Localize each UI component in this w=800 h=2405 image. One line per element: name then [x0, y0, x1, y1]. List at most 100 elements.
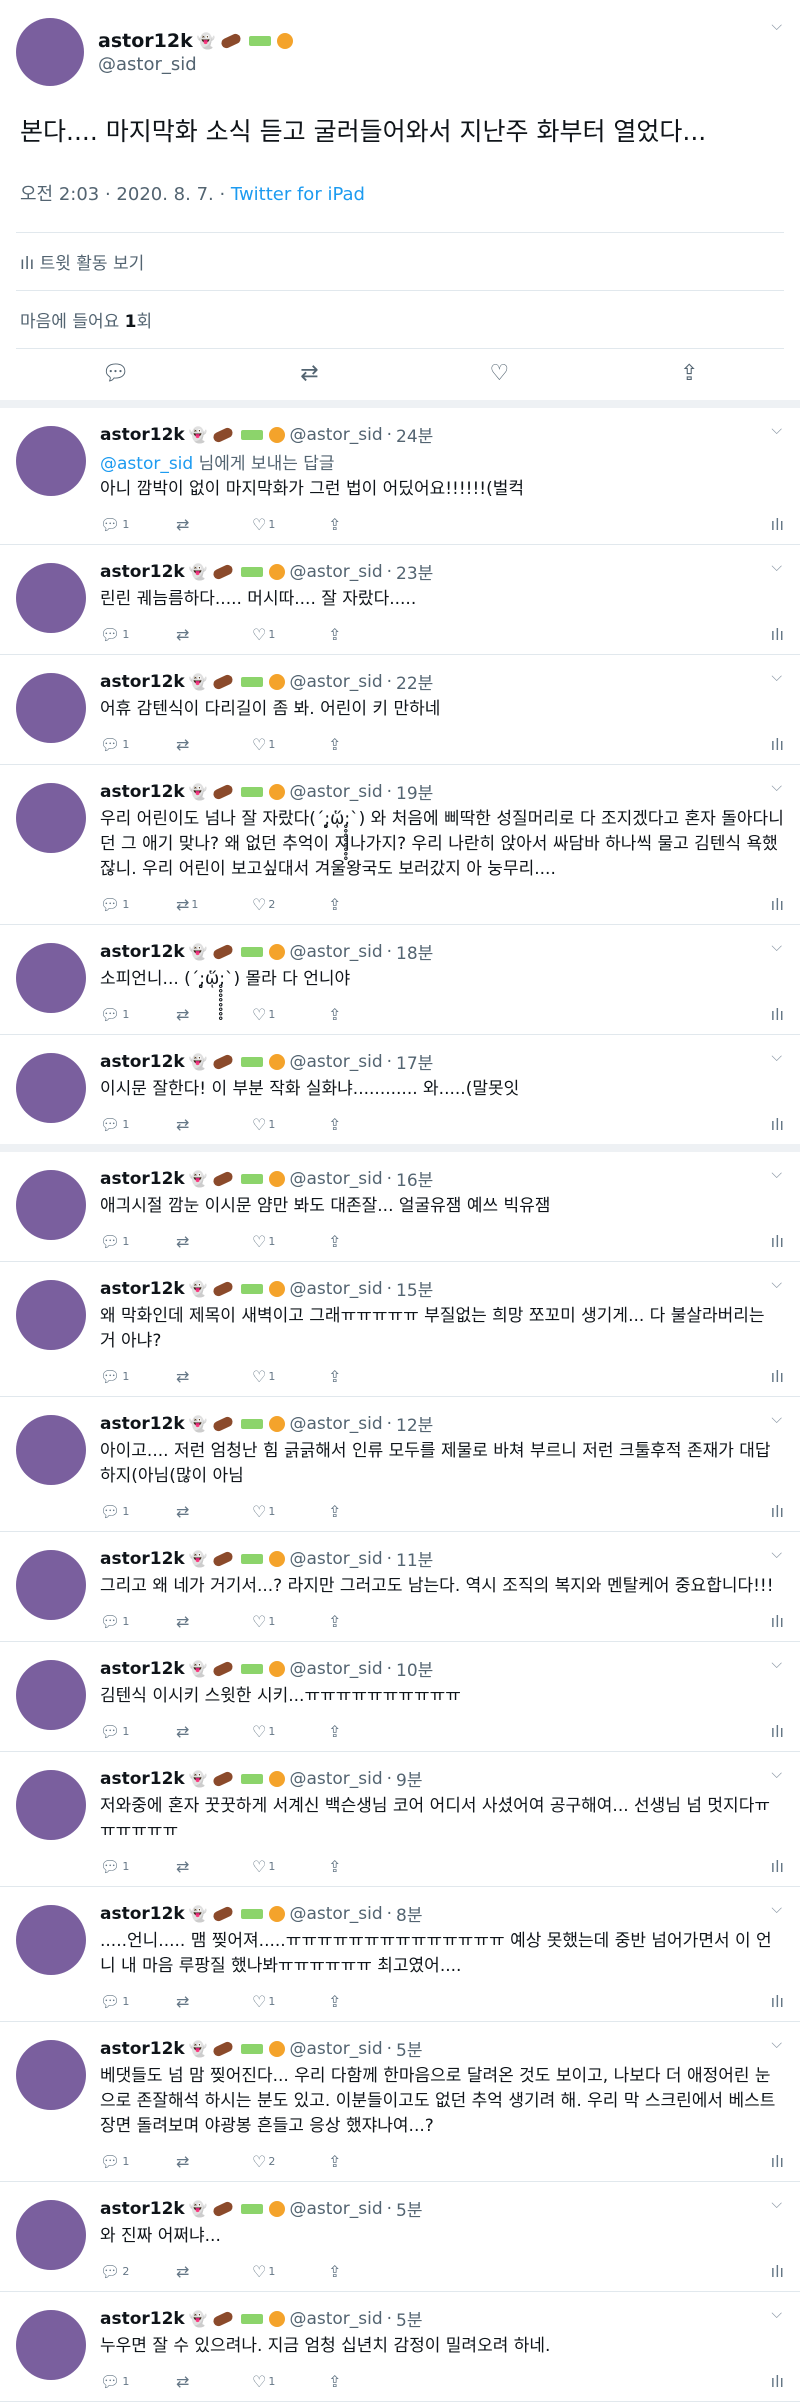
- retweet-icon[interactable]: ⇄: [300, 361, 318, 386]
- timestamp-text[interactable]: 오전 2:03 · 2020. 8. 7. ·: [20, 184, 231, 205]
- avatar[interactable]: [16, 1415, 86, 1485]
- analytics-icon[interactable]: ılı: [771, 2262, 784, 2281]
- user-handle[interactable]: @astor_sid: [289, 672, 382, 692]
- reply-button[interactable]: 💬︎ 1: [100, 2372, 176, 2391]
- retweet-button[interactable]: ⇄: [176, 1722, 252, 1741]
- source-link[interactable]: Twitter for iPad: [231, 184, 365, 205]
- chevron-down-icon[interactable]: ⌵: [771, 559, 782, 575]
- reply-button[interactable]: 💬︎ 2: [100, 2262, 176, 2281]
- avatar[interactable]: [16, 2040, 86, 2110]
- like-button[interactable]: ♡ 1: [252, 1005, 328, 1024]
- chevron-down-icon[interactable]: ⌵: [771, 2196, 782, 2212]
- avatar[interactable]: [16, 673, 86, 743]
- chevron-down-icon[interactable]: ⌵: [771, 1166, 782, 1182]
- reply-tweet[interactable]: astor12k 👻 @astor_sid · 11분 그리고 왜 네가 거기서…: [0, 1532, 800, 1642]
- reply-time[interactable]: 18분: [396, 939, 433, 964]
- chevron-down-icon[interactable]: ⌵: [771, 1656, 782, 1672]
- reply-tweet[interactable]: astor12k 👻 @astor_sid · 8분 .....언니..... …: [0, 1887, 800, 2022]
- display-name[interactable]: astor12k: [100, 1549, 185, 1569]
- avatar[interactable]: [16, 1550, 86, 1620]
- share-button[interactable]: ⇪: [328, 625, 404, 644]
- display-name[interactable]: astor12k: [100, 425, 185, 445]
- user-handle[interactable]: @astor_sid: [289, 1659, 382, 1679]
- retweet-button[interactable]: ⇄: [176, 1115, 252, 1134]
- chevron-down-icon[interactable]: ⌵: [771, 779, 782, 795]
- user-handle[interactable]: @astor_sid: [289, 1052, 382, 1072]
- chevron-down-icon[interactable]: ⌵: [771, 2306, 782, 2322]
- retweet-button[interactable]: ⇄: [176, 2262, 252, 2281]
- avatar[interactable]: [16, 18, 84, 86]
- avatar[interactable]: [16, 1660, 86, 1730]
- user-handle[interactable]: @astor_sid: [289, 562, 382, 582]
- share-button[interactable]: ⇪: [328, 1367, 404, 1386]
- retweet-button[interactable]: ⇄: [176, 735, 252, 754]
- like-button[interactable]: ♡ 1: [252, 2372, 328, 2391]
- retweet-button[interactable]: ⇄: [176, 625, 252, 644]
- retweet-button[interactable]: ⇄: [176, 1232, 252, 1251]
- analytics-icon[interactable]: ılı: [771, 1502, 784, 1521]
- retweet-button[interactable]: ⇄: [176, 1992, 252, 2011]
- user-handle[interactable]: @astor_sid: [289, 1279, 382, 1299]
- share-button[interactable]: ⇪: [328, 2372, 404, 2391]
- avatar[interactable]: [16, 426, 86, 496]
- user-handle[interactable]: @astor_sid: [289, 1549, 382, 1569]
- display-name[interactable]: astor12k: [100, 1769, 185, 1789]
- reply-tweet[interactable]: astor12k 👻 @astor_sid · 23분 린린 궤늠름하다....…: [0, 545, 800, 655]
- retweet-button[interactable]: ⇄: [176, 1857, 252, 1876]
- reply-time[interactable]: 16분: [396, 1166, 433, 1191]
- like-button[interactable]: ♡ 2: [252, 2152, 328, 2171]
- reply-button[interactable]: 💬︎ 1: [100, 735, 176, 754]
- reply-button[interactable]: 💬︎ 1: [100, 515, 176, 534]
- reply-time[interactable]: 15분: [396, 1276, 433, 1301]
- avatar[interactable]: [16, 2200, 86, 2270]
- display-name[interactable]: astor12k: [100, 1279, 185, 1299]
- tweet-activity-link[interactable]: ılı 트윗 활동 보기: [16, 233, 784, 290]
- user-handle[interactable]: @astor_sid: [289, 942, 382, 962]
- reply-button[interactable]: 💬︎ 1: [100, 1367, 176, 1386]
- reply-tweet[interactable]: astor12k 👻 @astor_sid · 18분 소피언니... (´;̥…: [0, 925, 800, 1035]
- user-handle[interactable]: @astor_sid: [98, 54, 293, 75]
- like-button[interactable]: ♡ 1: [252, 1502, 328, 1521]
- reply-button[interactable]: 💬︎ 1: [100, 1992, 176, 2011]
- reply-button[interactable]: 💬︎ 1: [100, 1115, 176, 1134]
- display-name[interactable]: astor12k: [100, 1659, 185, 1679]
- display-name[interactable]: astor12k: [100, 1052, 185, 1072]
- display-name[interactable]: astor12k: [100, 1414, 185, 1434]
- chevron-down-icon[interactable]: ⌵: [771, 669, 782, 685]
- display-name[interactable]: astor12k: [100, 1904, 185, 1924]
- avatar[interactable]: [16, 2310, 86, 2380]
- reply-time[interactable]: 10분: [396, 1656, 433, 1681]
- analytics-icon[interactable]: ılı: [771, 1992, 784, 2011]
- reply-button[interactable]: 💬︎ 1: [100, 1857, 176, 1876]
- reply-tweet[interactable]: astor12k 👻 @astor_sid · 22분 어휴 감텐식이 다리길이…: [0, 655, 800, 765]
- share-button[interactable]: ⇪: [328, 1992, 404, 2011]
- share-button[interactable]: ⇪: [328, 1612, 404, 1631]
- retweet-button[interactable]: ⇄: [176, 515, 252, 534]
- share-icon[interactable]: ⇪: [680, 361, 698, 386]
- chevron-down-icon[interactable]: ⌵: [771, 939, 782, 955]
- reply-tweet[interactable]: astor12k 👻 @astor_sid · 9분 저와중에 혼자 꿋꿋하게 …: [0, 1752, 800, 1887]
- analytics-icon[interactable]: ılı: [771, 1005, 784, 1024]
- reply-tweet[interactable]: astor12k 👻 @astor_sid · 24분 @astor_sid 님…: [0, 408, 800, 545]
- avatar[interactable]: [16, 1280, 86, 1350]
- share-button[interactable]: ⇪: [328, 735, 404, 754]
- reply-time[interactable]: 5분: [396, 2036, 422, 2061]
- heart-icon[interactable]: ♡: [490, 361, 510, 386]
- retweet-button[interactable]: ⇄ 1: [176, 895, 252, 914]
- analytics-icon[interactable]: ılı: [771, 625, 784, 644]
- reply-tweet[interactable]: astor12k 👻 @astor_sid · 5분 와 진짜 어쩌냐... 💬…: [0, 2182, 800, 2292]
- analytics-icon[interactable]: ılı: [771, 895, 784, 914]
- user-handle[interactable]: @astor_sid: [289, 2309, 382, 2329]
- reply-time[interactable]: 5분: [396, 2196, 422, 2221]
- avatar[interactable]: [16, 563, 86, 633]
- display-name[interactable]: astor12k: [98, 30, 193, 52]
- analytics-icon[interactable]: ılı: [771, 1722, 784, 1741]
- reply-button[interactable]: 💬︎ 1: [100, 1005, 176, 1024]
- reply-button[interactable]: 💬︎ 1: [100, 1722, 176, 1741]
- analytics-icon[interactable]: ılı: [771, 2372, 784, 2391]
- avatar[interactable]: [16, 1053, 86, 1123]
- chevron-down-icon[interactable]: ⌵: [771, 1276, 782, 1292]
- reply-time[interactable]: 22분: [396, 669, 433, 694]
- reply-time[interactable]: 19분: [396, 779, 433, 804]
- like-button[interactable]: ♡ 1: [252, 2262, 328, 2281]
